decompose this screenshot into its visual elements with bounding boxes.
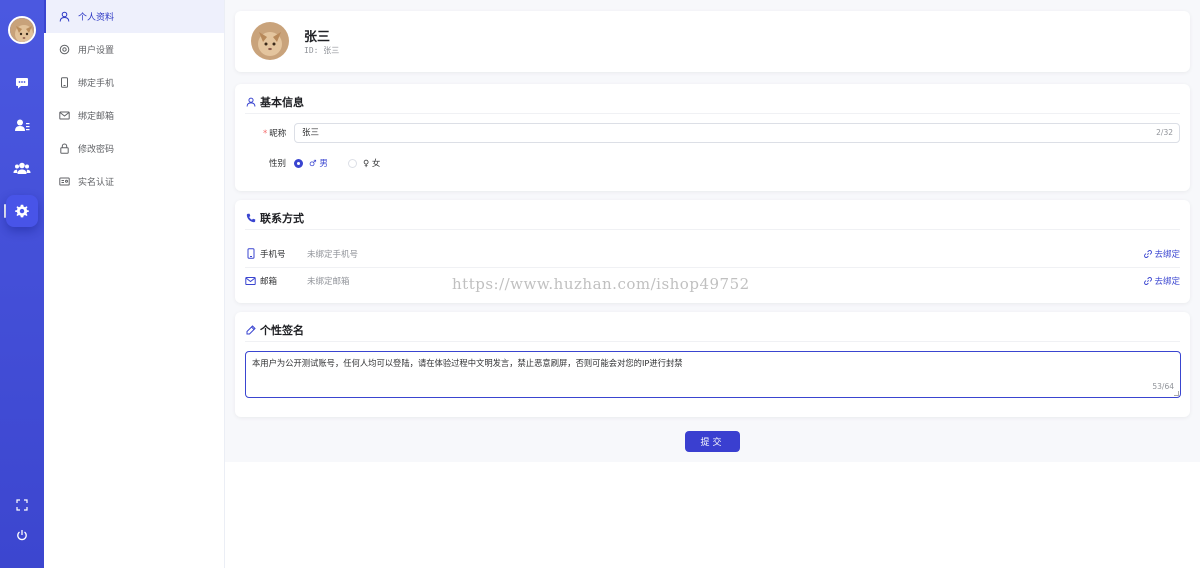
divider [245,113,1180,114]
section-title-text: 基本信息 [260,96,304,109]
submenu-item-bind-email[interactable]: 绑定邮箱 [44,99,224,132]
divider [245,341,1180,342]
signature-textarea[interactable]: 本用户为公开测试账号，任何人均可以登陆，请在体验过程中文明发言，禁止恶意刷屏，否… [245,351,1181,398]
bind-phone-label: 去绑定 [1154,249,1180,260]
watermark-text: https://www.huzhan.com/ishop49752 [452,275,750,293]
nickname-count: 2/32 [1156,128,1173,137]
signature-card: 个性签名 本用户为公开测试账号，任何人均可以登陆，请在体验过程中文明发言，禁止恶… [235,312,1190,417]
section-title-text: 联系方式 [260,212,304,225]
pen-icon [245,325,256,336]
lock-icon [58,143,70,155]
submenu-item-label: 绑定邮箱 [78,112,115,122]
bind-phone-link[interactable]: 去绑定 [1143,248,1180,260]
signature-count: 53/64 [1152,382,1174,391]
phone-call-icon [245,213,256,224]
profile-submenu: 个人资料 用户设置 绑定手机 绑定邮箱 修改密码 实名认证 [44,0,225,568]
section-title: 基本信息 [245,94,304,110]
section-title-text: 个性签名 [260,324,304,337]
avatar[interactable] [8,16,36,44]
bind-email-label: 去绑定 [1154,276,1180,287]
submenu-item-label: 个人资料 [78,13,115,23]
submenu-item-label: 修改密码 [78,145,115,155]
phone-icon [58,77,70,89]
gear-icon[interactable] [6,195,38,227]
gender-radio-male[interactable]: ♂ 男 [294,157,328,169]
user-icon [58,11,70,23]
nickname-label-text: 昵称 [269,129,287,139]
submenu-item-profile[interactable]: 个人资料 [44,0,224,33]
profile-avatar[interactable] [251,22,289,60]
profile-id: ID: 张三 [304,46,340,55]
submenu-item-user-settings[interactable]: 用户设置 [44,33,224,66]
link-icon [1143,249,1152,258]
email-label: 邮箱 [260,276,278,287]
basic-info-card: 基本信息 * 昵称 张三 2/32 性别 ♂ 男 ♀ 女 [235,84,1190,191]
contact-row-phone: 手机号 未绑定手机号 去绑定 [245,240,1180,267]
bind-email-link[interactable]: 去绑定 [1143,275,1180,287]
link-icon [1143,276,1152,285]
profile-name: 张三 [304,30,331,45]
settings-icon [58,44,70,56]
icon-rail [0,0,44,568]
gender-male-label: ♂ 男 [309,159,328,169]
signature-text: 本用户为公开测试账号，任何人均可以登陆，请在体验过程中文明发言，禁止恶意刷屏，否… [252,358,683,368]
power-icon[interactable] [6,519,38,551]
phone-icon [245,248,256,259]
id-card-icon [58,176,70,188]
gender-female-label: ♀ 女 [363,159,381,169]
submenu-item-real-name[interactable]: 实名认证 [44,165,224,198]
submenu-item-label: 用户设置 [78,46,115,56]
submit-button[interactable]: 提交 [685,431,740,452]
group-icon[interactable] [6,152,38,184]
mail-icon [58,110,70,122]
radio-dot [348,158,357,168]
radio-dot [294,158,303,168]
main-content: 张三 ID: 张三 基本信息 * 昵称 张三 2/32 性别 ♂ 男 ♀ 女 联… [225,0,1200,462]
nickname-label: * 昵称 [263,127,286,139]
submenu-item-bind-phone[interactable]: 绑定手机 [44,66,224,99]
resize-handle[interactable] [1174,391,1179,396]
fullscreen-icon[interactable] [6,489,38,521]
phone-value: 未绑定手机号 [307,249,359,260]
gender-label: 性别 [269,159,287,169]
nickname-input[interactable]: 张三 2/32 [294,123,1180,143]
app: 个人资料 用户设置 绑定手机 绑定邮箱 修改密码 实名认证 张三 ID: 张三 … [0,0,1200,568]
chat-icon[interactable] [6,67,38,99]
user-list-icon[interactable] [6,109,38,141]
submenu-item-label: 实名认证 [78,178,115,188]
section-title: 个性签名 [245,322,304,338]
nickname-value: 张三 [302,128,320,138]
gender-radio-female[interactable]: ♀ 女 [348,157,380,169]
divider [245,229,1180,230]
profile-card: 张三 ID: 张三 [235,11,1190,72]
phone-label: 手机号 [260,249,286,260]
required-mark: * [263,129,268,139]
submenu-item-change-password[interactable]: 修改密码 [44,132,224,165]
mail-icon [245,275,256,286]
submenu-item-label: 绑定手机 [78,79,115,89]
user-icon [245,97,256,108]
section-title: 联系方式 [245,210,304,226]
